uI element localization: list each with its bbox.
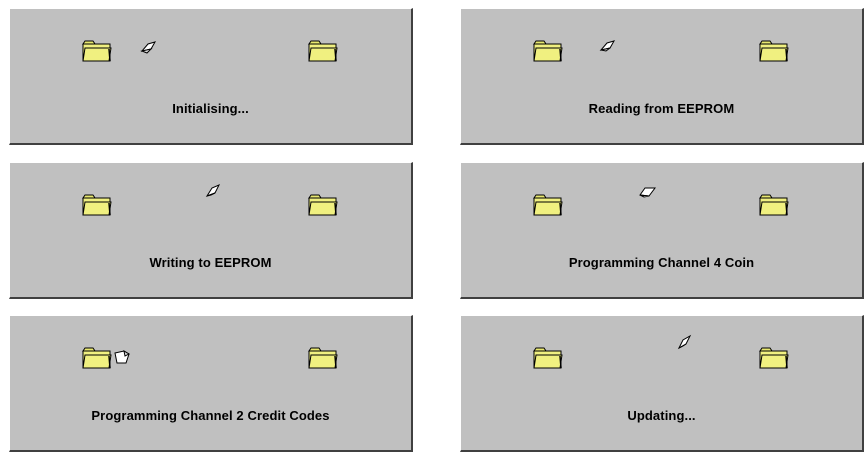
transfer-paper-icon — [674, 334, 696, 350]
status-text: Updating... — [627, 408, 696, 423]
progress-panel-writing: Writing to EEPROM — [9, 162, 413, 299]
progress-panel-initialising: Initialising... — [9, 8, 413, 145]
source-folder-icon — [533, 347, 563, 369]
transfer-paper-icon — [203, 183, 225, 199]
progress-panel-programming-credit: Programming Channel 2 Credit Codes — [9, 315, 413, 452]
progress-panel-updating: Updating... — [460, 315, 864, 452]
destination-folder-icon — [759, 40, 789, 62]
destination-folder-icon — [308, 194, 338, 216]
status-text: Programming Channel 4 Coin — [568, 255, 755, 270]
source-folder-icon — [82, 347, 112, 369]
status-text: Initialising... — [172, 101, 249, 116]
destination-folder-icon — [759, 194, 789, 216]
source-folder-icon — [82, 194, 112, 216]
transfer-paper-icon — [597, 38, 619, 54]
transfer-paper-icon — [637, 185, 659, 201]
transfer-paper-icon — [112, 349, 134, 365]
destination-folder-icon — [308, 347, 338, 369]
transfer-paper-icon — [138, 40, 160, 56]
progress-panel-programming-coin: Programming Channel 4 Coin — [460, 162, 864, 299]
destination-folder-icon — [308, 40, 338, 62]
source-folder-icon — [533, 40, 563, 62]
progress-panel-reading: Reading from EEPROM — [460, 8, 864, 145]
source-folder-icon — [82, 40, 112, 62]
destination-folder-icon — [759, 347, 789, 369]
status-text: Writing to EEPROM — [149, 255, 272, 270]
status-text: Programming Channel 2 Credit Codes — [91, 408, 330, 423]
source-folder-icon — [533, 194, 563, 216]
status-text: Reading from EEPROM — [588, 101, 735, 116]
